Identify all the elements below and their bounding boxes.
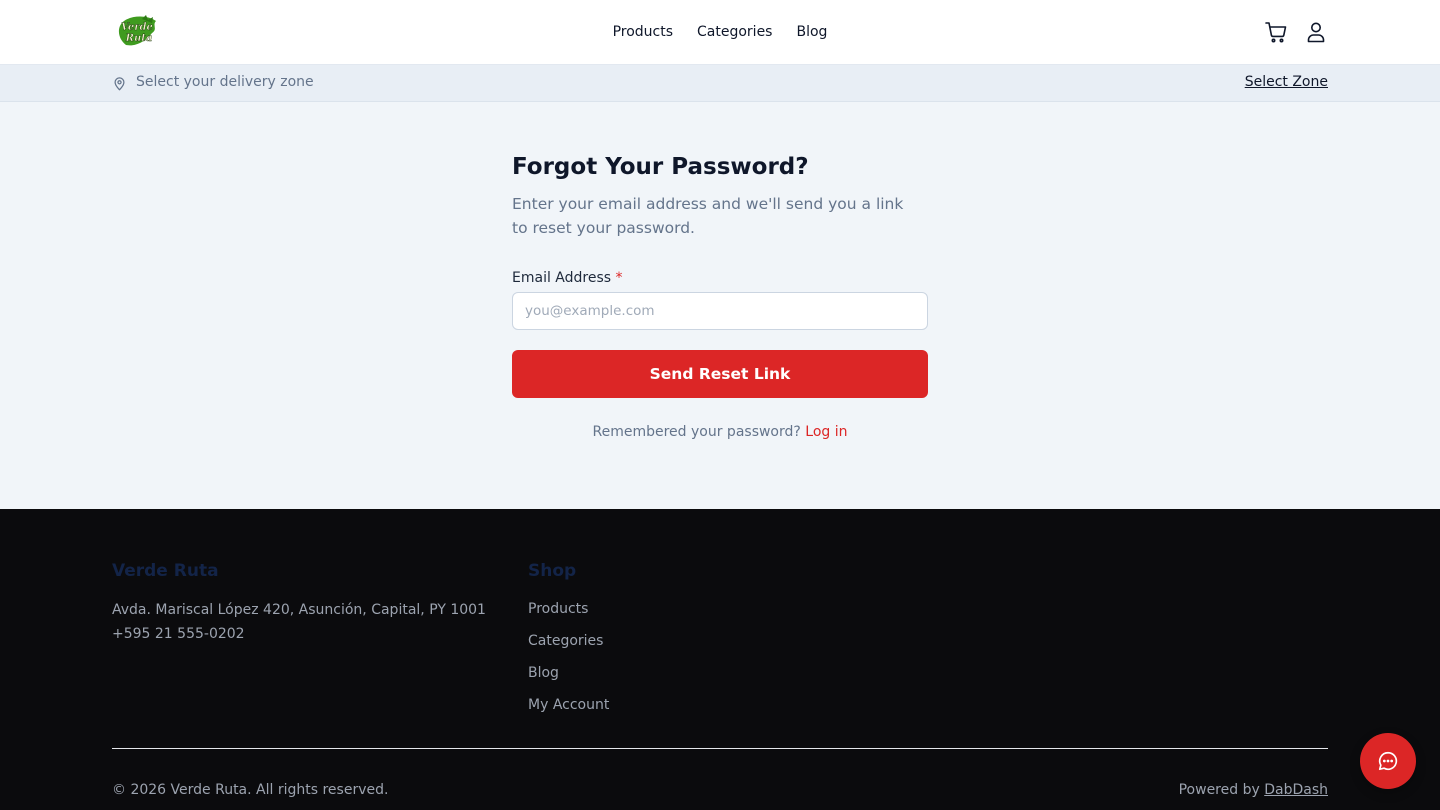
delivery-zone-text: Select your delivery zone xyxy=(136,74,314,90)
page-title: Forgot Your Password? xyxy=(512,154,809,180)
remember-text: Remembered your password? xyxy=(592,424,801,440)
email-input[interactable] xyxy=(512,292,928,330)
footer-powered-by: Powered by DabDash xyxy=(1179,782,1328,798)
site-footer: Verde Ruta Avda. Mariscal López 420, Asu… xyxy=(0,509,1440,810)
footer-link-my-account[interactable]: My Account xyxy=(528,695,609,727)
footer-shop-links: Products Categories Blog My Account xyxy=(528,599,609,727)
send-reset-link-button[interactable]: Send Reset Link xyxy=(512,350,928,398)
login-link[interactable]: Log in xyxy=(805,424,847,440)
cart-icon[interactable] xyxy=(1264,20,1288,44)
logo-leaf-icon: Verde Ruta xyxy=(118,15,156,46)
nav-blog[interactable]: Blog xyxy=(796,24,827,40)
required-mark: * xyxy=(615,270,623,286)
footer-address: Avda. Mariscal López 420, Asunción, Capi… xyxy=(112,602,486,618)
site-header: Verde Ruta Products Categories Blog xyxy=(0,0,1440,65)
dabdash-link[interactable]: DabDash xyxy=(1264,782,1328,798)
nav-products[interactable]: Products xyxy=(613,24,673,40)
email-label: Email Address * xyxy=(512,270,928,286)
footer-link-products[interactable]: Products xyxy=(528,599,609,631)
footer-copyright: © 2026 Verde Ruta. All rights reserved. xyxy=(112,782,389,798)
footer-link-blog[interactable]: Blog xyxy=(528,663,609,695)
map-pin-icon xyxy=(112,76,127,91)
svg-text:Ruta: Ruta xyxy=(125,33,153,44)
powered-by-text: Powered by xyxy=(1178,782,1260,798)
user-icon[interactable] xyxy=(1304,20,1328,44)
site-logo[interactable]: Verde Ruta xyxy=(112,15,162,49)
footer-divider xyxy=(112,748,1328,749)
select-zone-link[interactable]: Select Zone xyxy=(1245,74,1328,90)
chat-button[interactable] xyxy=(1360,733,1416,789)
chat-bubble-icon xyxy=(1378,751,1398,771)
login-prompt: Remembered your password? Log in xyxy=(512,424,928,440)
footer-phone: +595 21 555-0202 xyxy=(112,626,245,642)
svg-text:Verde: Verde xyxy=(121,22,153,33)
page-subtitle: Enter your email address and we'll send … xyxy=(512,195,904,237)
main-content: Forgot Your Password? Enter your email a… xyxy=(0,102,1440,509)
footer-link-categories[interactable]: Categories xyxy=(528,631,609,663)
footer-contact: Avda. Mariscal López 420, Asunción, Capi… xyxy=(112,598,486,646)
footer-shop-heading: Shop xyxy=(528,561,577,581)
nav-categories[interactable]: Categories xyxy=(697,24,772,40)
footer-brand: Verde Ruta xyxy=(112,561,219,581)
email-label-text: Email Address xyxy=(512,270,612,286)
delivery-zone-bar: Select your delivery zone Select Zone xyxy=(0,65,1440,102)
forgot-password-form: Forgot Your Password? Enter your email a… xyxy=(512,152,928,440)
main-nav: Products Categories Blog xyxy=(0,0,1440,64)
